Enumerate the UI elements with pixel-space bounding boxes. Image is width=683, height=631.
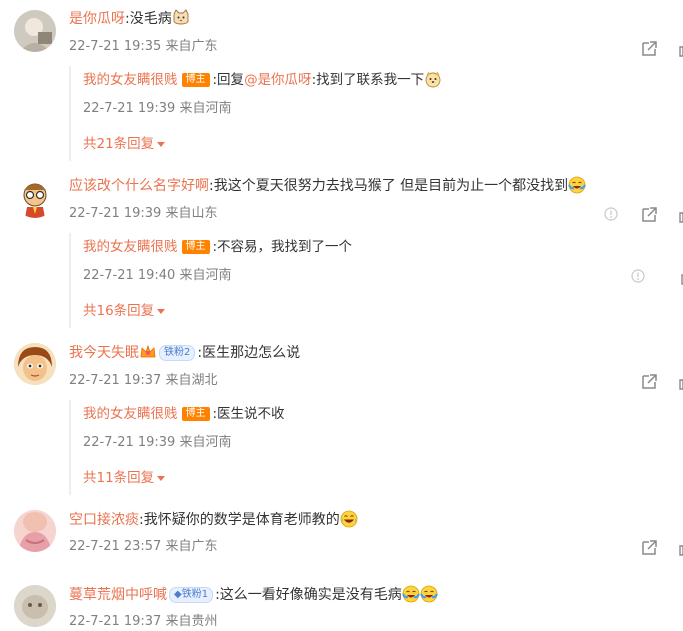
comment-meta: 22-7-21 19:37 来自湖北 bbox=[69, 373, 218, 388]
reply-block: 我的女友瞒很贱 博主:回复@是你瓜呀:找到了联系我一下 22-7-21 19:39… bbox=[69, 66, 671, 161]
owner-badge: 博主 bbox=[181, 240, 210, 254]
more-replies-label: 共21条回复 bbox=[83, 136, 155, 152]
reply-block: 我的女友瞒很贱 博主:不容易，我找到了一个 22-7-21 19:40 来自河南 … bbox=[69, 233, 683, 328]
comment-line: 蔓草荒烟中呼喊 ◆铁粉1:这么一看好像确实是没有毛病 bbox=[69, 585, 438, 605]
thumbs-up-icon[interactable] bbox=[678, 372, 683, 390]
reply-prefix: :回复 bbox=[212, 72, 245, 88]
thumbs-up-icon[interactable] bbox=[678, 39, 683, 57]
comment-line: 空口接浓痰:我怀疑你的数学是体育老师教的 bbox=[69, 510, 358, 530]
caret-down-icon bbox=[157, 308, 166, 314]
caret-down-icon bbox=[157, 475, 166, 481]
more-replies-button[interactable]: 共16条回复 bbox=[83, 301, 166, 321]
share-icon[interactable] bbox=[640, 205, 658, 223]
comment-username[interactable]: 是你瓜呀 bbox=[69, 11, 125, 27]
comment-text: :这么一看好像确实是没有毛病 bbox=[215, 587, 402, 603]
reply-text: :不容易，我找到了一个 bbox=[212, 239, 353, 255]
fan-level-badge: ◆铁粉1 bbox=[169, 587, 214, 603]
reply-meta: 22-7-21 19:39 来自河南 bbox=[83, 101, 232, 116]
reply-text: :医生说不收 bbox=[212, 406, 285, 422]
fan-level-label: 铁粉1 bbox=[181, 589, 209, 600]
comment-line: 我今天失眠 铁粉2:医生那边怎么说 bbox=[69, 343, 300, 363]
comment-text: :医生那边怎么说 bbox=[197, 345, 301, 361]
comment-username[interactable]: 我今天失眠 bbox=[69, 345, 139, 361]
reply-meta: 22-7-21 19:39 来自河南 bbox=[83, 435, 232, 450]
comment-username[interactable]: 空口接浓痰 bbox=[69, 512, 139, 528]
more-replies-button[interactable]: 共11条回复 bbox=[83, 468, 166, 488]
reply-mention[interactable]: @是你瓜呀 bbox=[244, 72, 312, 88]
comment-username[interactable]: 蔓草荒烟中呼喊 bbox=[69, 587, 167, 603]
comment-line: 应该改个什么名字好啊:我这个夏天很努力去找马猴了 但是目前为止一个都没找到 bbox=[69, 176, 587, 196]
more-replies-label: 共16条回复 bbox=[83, 303, 155, 319]
comment-meta: 22-7-21 19:37 来自贵州 bbox=[69, 614, 218, 629]
reply-line: 我的女友瞒很贱 博主:回复@是你瓜呀:找到了联系我一下 bbox=[83, 70, 442, 90]
share-icon[interactable] bbox=[640, 39, 658, 57]
comment-meta: 22-7-21 19:39 来自山东 bbox=[69, 206, 218, 221]
more-replies-label: 共11条回复 bbox=[83, 470, 155, 486]
avatar[interactable] bbox=[14, 585, 56, 627]
share-icon[interactable] bbox=[640, 372, 658, 390]
reply-username[interactable]: 我的女友瞒很贱 bbox=[83, 72, 178, 88]
caret-down-icon bbox=[157, 141, 166, 147]
reply-block: 我的女友瞒很贱 博主:医生说不收 22-7-21 19:39 来自河南 共11条回… bbox=[69, 400, 671, 495]
thumbs-up-icon[interactable] bbox=[678, 205, 683, 223]
reply-line: 我的女友瞒很贱 博主:不容易，我找到了一个 bbox=[83, 237, 352, 257]
reply-username[interactable]: 我的女友瞒很贱 bbox=[83, 239, 178, 255]
more-replies-button[interactable]: 共21条回复 bbox=[83, 134, 166, 154]
comment-username[interactable]: 应该改个什么名字好啊 bbox=[69, 178, 209, 194]
comment-text: :我怀疑你的数学是体育老师教的 bbox=[139, 512, 340, 528]
cat-emoji-icon bbox=[173, 9, 189, 25]
report-icon[interactable] bbox=[631, 269, 645, 283]
report-icon[interactable] bbox=[604, 207, 618, 221]
comment-text: :我这个夏天很努力去找马猴了 但是目前为止一个都没找到 bbox=[209, 178, 569, 194]
crying-laughing-emoji-icon bbox=[401, 585, 420, 603]
thumbs-up-icon[interactable] bbox=[678, 538, 683, 556]
share-icon[interactable] bbox=[640, 538, 658, 556]
comment-text: :没毛病 bbox=[125, 11, 172, 27]
comment-meta: 22-7-21 19:35 来自广东 bbox=[69, 39, 218, 54]
avatar[interactable] bbox=[14, 10, 56, 52]
fan-level-badge: 铁粉2 bbox=[159, 345, 196, 361]
avatar[interactable] bbox=[14, 176, 56, 218]
owner-badge: 博主 bbox=[181, 73, 210, 87]
comment-line: 是你瓜呀:没毛病 bbox=[69, 9, 190, 29]
laughing-emoji-icon bbox=[340, 510, 358, 528]
reply-meta: 22-7-21 19:40 来自河南 bbox=[83, 268, 232, 283]
crown-badge-icon bbox=[140, 344, 156, 358]
avatar[interactable] bbox=[14, 510, 56, 552]
avatar[interactable] bbox=[14, 343, 56, 385]
crying-laughing-emoji-icon bbox=[419, 585, 438, 603]
dog-emoji-icon bbox=[425, 71, 441, 88]
comment-meta: 22-7-21 23:57 来自广东 bbox=[69, 539, 218, 554]
crying-laughing-emoji-icon bbox=[568, 176, 587, 194]
reply-text: :找到了联系我一下 bbox=[311, 72, 425, 88]
reply-username[interactable]: 我的女友瞒很贱 bbox=[83, 406, 178, 422]
reply-line: 我的女友瞒很贱 博主:医生说不收 bbox=[83, 404, 285, 424]
owner-badge: 博主 bbox=[181, 407, 210, 421]
